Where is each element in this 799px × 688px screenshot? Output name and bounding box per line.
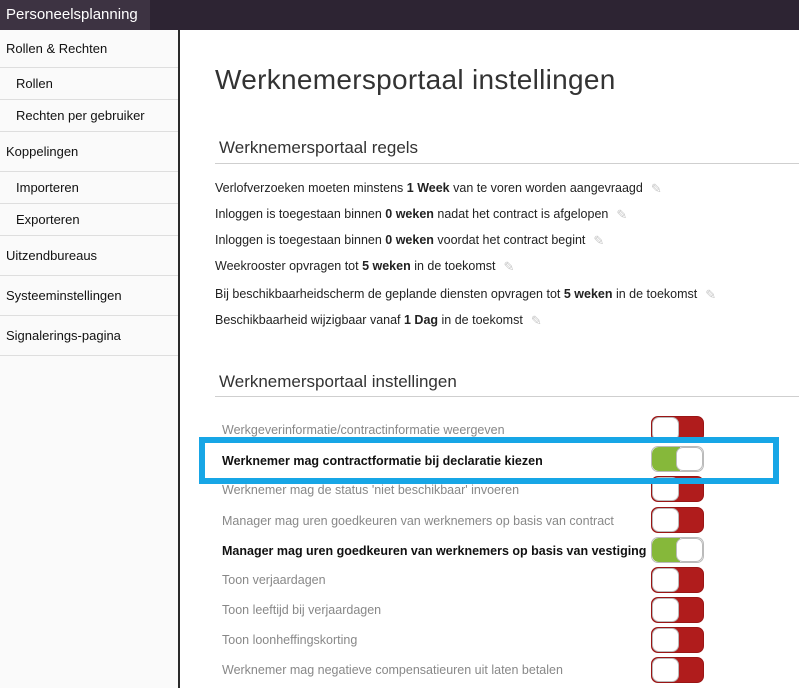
- section-divider: [215, 396, 799, 397]
- setting-toggle[interactable]: [651, 567, 704, 593]
- toggle-knob: [652, 508, 679, 532]
- pencil-icon[interactable]: ✎: [531, 311, 542, 331]
- rule-row: Inloggen is toegestaan binnen 0 weken na…: [215, 204, 627, 224]
- setting-toggle[interactable]: [651, 627, 704, 653]
- sidebar-item-rechten-per-gebruiker[interactable]: Rechten per gebruiker: [0, 100, 178, 132]
- toggle-knob: [652, 568, 679, 592]
- sidebar-item-importeren[interactable]: Importeren: [0, 172, 178, 204]
- settings-section-title: Werknemersportaal instellingen: [219, 372, 457, 391]
- main-content: Werknemersportaal instellingen Werknemer…: [182, 30, 799, 688]
- sidebar-item-koppelingen[interactable]: Koppelingen: [0, 132, 178, 172]
- setting-toggle[interactable]: [651, 537, 704, 563]
- setting-label: Manager mag uren goedkeuren van werkneme…: [222, 544, 647, 558]
- setting-label: Manager mag uren goedkeuren van werkneme…: [222, 514, 614, 528]
- rule-row: Inloggen is toegestaan binnen 0 weken vo…: [215, 230, 604, 250]
- top-bar: Personeelsplanning: [0, 0, 799, 30]
- rules-section-title: Werknemersportaal regels: [219, 138, 419, 157]
- rule-row: Bij beschikbaarheidscherm de geplande di…: [215, 284, 716, 304]
- pencil-icon[interactable]: ✎: [705, 285, 716, 305]
- pencil-icon[interactable]: ✎: [593, 231, 604, 251]
- pencil-icon[interactable]: ✎: [616, 205, 627, 225]
- sidebar-item-rollen-rechten[interactable]: Rollen & Rechten: [0, 30, 178, 68]
- setting-label: Toon leeftijd bij verjaardagen: [222, 603, 382, 617]
- toggle-knob: [652, 658, 679, 682]
- sidebar-item-signalerings-pagina[interactable]: Signalerings-pagina: [0, 316, 178, 356]
- pencil-icon[interactable]: ✎: [651, 179, 662, 199]
- setting-toggle[interactable]: [651, 657, 704, 683]
- setting-label: Toon verjaardagen: [222, 573, 326, 587]
- app-title[interactable]: Personeelsplanning: [0, 0, 150, 30]
- sidebar-item-systeeminstellingen[interactable]: Systeeminstellingen: [0, 276, 178, 316]
- sidebar-item-uitzendbureaus[interactable]: Uitzendbureaus: [0, 236, 178, 276]
- sidebar: Rollen & Rechten Rollen Rechten per gebr…: [0, 30, 180, 688]
- section-divider: [215, 163, 799, 164]
- sidebar-item-rollen[interactable]: Rollen: [0, 68, 178, 100]
- rule-row: Beschikbaarheid wijzigbaar vanaf 1 Dag i…: [215, 310, 542, 330]
- setting-toggle[interactable]: [651, 507, 704, 533]
- sidebar-item-exporteren[interactable]: Exporteren: [0, 204, 178, 236]
- toggle-knob: [652, 598, 679, 622]
- toggle-knob: [676, 538, 703, 562]
- setting-label: Werknemer mag negatieve compensatieuren …: [222, 663, 563, 677]
- rule-row: Weekrooster opvragen tot 5 weken in de t…: [215, 256, 514, 276]
- rule-row: Verlofverzoeken moeten minstens 1 Week v…: [215, 178, 662, 198]
- pencil-icon[interactable]: ✎: [503, 257, 514, 277]
- page-title: Werknemersportaal instellingen: [215, 64, 616, 95]
- toggle-knob: [652, 628, 679, 652]
- highlight-box: [199, 437, 779, 484]
- setting-label: Toon loonheffingskorting: [222, 633, 358, 647]
- setting-toggle[interactable]: [651, 597, 704, 623]
